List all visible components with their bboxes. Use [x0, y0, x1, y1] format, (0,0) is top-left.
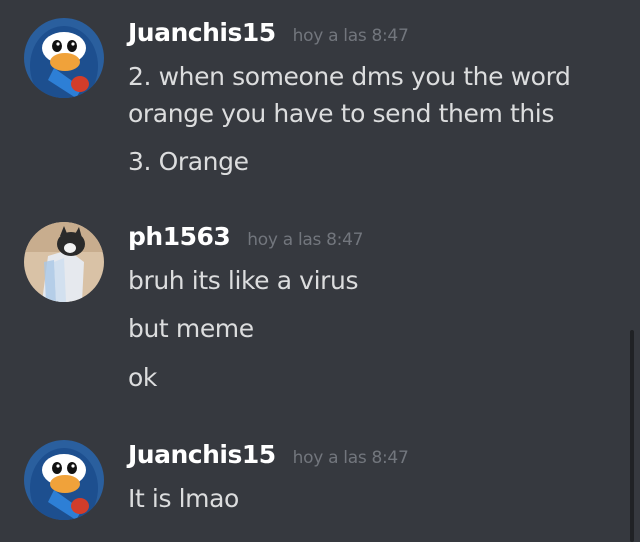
message-text: 2. when someone dms you the word [128, 62, 571, 91]
username[interactable]: Juanchis15 [128, 440, 276, 469]
timestamp: hoy a las 8:47 [247, 230, 364, 250]
message-text: 3. Orange [128, 147, 249, 176]
timestamp: hoy a las 8:47 [292, 448, 409, 468]
message-text: bruh its like a virus [128, 266, 359, 295]
chat-message-list: Juanchis15 hoy a las 8:47 2. when someon… [0, 0, 640, 542]
message-text: It is lmao [128, 484, 239, 513]
message-text: ok [128, 363, 157, 392]
penguin-avatar-icon[interactable] [24, 440, 104, 520]
cat-photo-avatar-icon[interactable] [24, 222, 104, 302]
username[interactable]: ph1563 [128, 222, 231, 251]
scrollbar[interactable] [630, 330, 634, 542]
message-header: Juanchis15 hoy a las 8:47 [128, 440, 409, 480]
message-header: ph1563 hoy a las 8:47 [128, 222, 363, 262]
username[interactable]: Juanchis15 [128, 18, 276, 47]
penguin-avatar-icon[interactable] [24, 18, 104, 98]
message-header: Juanchis15 hoy a las 8:47 [128, 18, 409, 58]
message-text: orange you have to send them this [128, 99, 554, 128]
message-text: but meme [128, 314, 254, 343]
timestamp: hoy a las 8:47 [292, 26, 409, 46]
